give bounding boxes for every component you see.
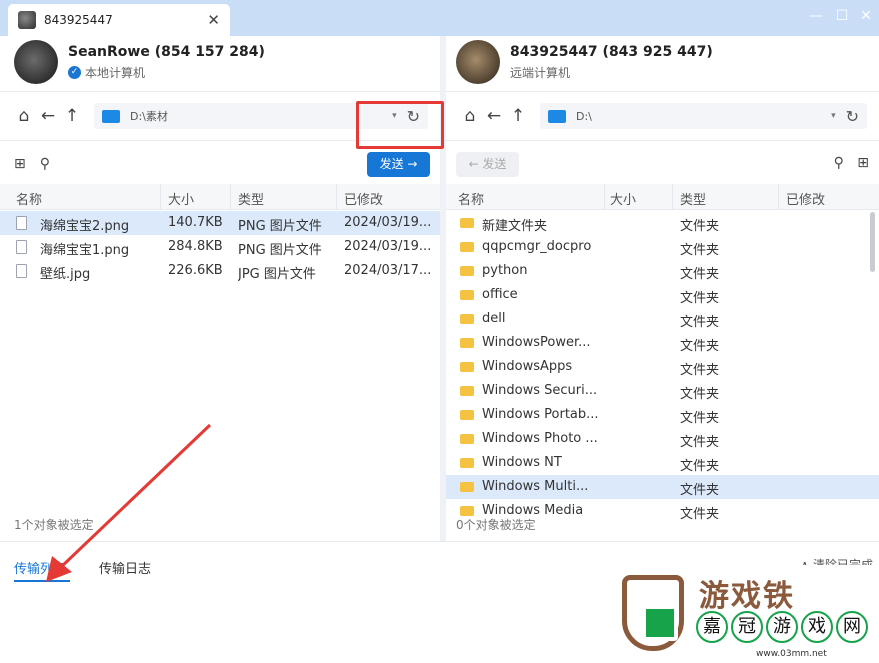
table-row[interactable]: 壁纸.jpg 226.6KB JPG 图片文件 2024/03/17... <box>0 259 440 283</box>
up-arrow-icon[interactable]: ↑ <box>506 106 530 126</box>
col-modified[interactable]: 已修改 <box>786 189 825 208</box>
local-avatar <box>14 40 58 84</box>
local-status: 1个对象被选定 <box>14 518 94 532</box>
local-user-name: SeanRowe (854 157 284) <box>68 43 265 60</box>
watermark-logo: 游戏铁 嘉冠游戏网 www.03mm.net <box>606 565 879 663</box>
watermark-title: 游戏铁 <box>699 579 795 614</box>
table-row[interactable]: WindowsPower... 文件夹 <box>446 331 879 355</box>
col-size[interactable]: 大小 <box>610 189 636 208</box>
watermark-url: www.03mm.net <box>756 649 827 659</box>
table-row[interactable]: dell 文件夹 <box>446 307 879 331</box>
folder-icon <box>460 386 474 396</box>
drive-icon <box>102 109 120 123</box>
remote-user-sub: 远端计算机 <box>510 65 571 80</box>
remote-toolbar: ← 发送 ⚲ ⊞ <box>446 144 879 184</box>
up-arrow-icon[interactable]: ↑ <box>60 106 84 126</box>
folder-icon <box>460 314 474 324</box>
table-row[interactable]: Windows Securi... 文件夹 <box>446 379 879 403</box>
local-table-header: 名称 大小 类型 已修改 <box>0 184 440 210</box>
col-type[interactable]: 类型 <box>238 189 264 208</box>
folder-icon <box>460 434 474 444</box>
folder-icon <box>460 506 474 516</box>
remote-path-text: D:\ <box>576 109 592 123</box>
verified-check-icon: ✓ <box>68 65 81 79</box>
folder-icon <box>460 410 474 420</box>
close-window-button[interactable]: ✕ <box>858 8 874 24</box>
remote-user-info: 843925447 (843 925 447) 远端计算机 <box>456 40 713 84</box>
refresh-icon[interactable]: ↻ <box>846 107 859 126</box>
search-icon[interactable]: ⚲ <box>40 156 50 172</box>
new-folder-icon[interactable]: ⊞ <box>857 155 869 171</box>
tab-transfer-list[interactable]: 传输列表 <box>14 558 66 577</box>
local-user-info: SeanRowe (854 157 284) ✓ 本地计算机 <box>14 40 265 84</box>
drive-icon <box>548 109 566 123</box>
remote-table-header: 名称 大小 类型 已修改 <box>446 184 879 210</box>
folder-icon <box>460 362 474 372</box>
table-row[interactable]: Windows Photo ... 文件夹 <box>446 427 879 451</box>
image-file-icon <box>16 264 27 278</box>
scrollbar[interactable] <box>870 212 875 272</box>
watermark-char: 戏 <box>801 611 833 643</box>
back-arrow-icon[interactable]: ← <box>482 106 506 126</box>
remote-user-name: 843925447 (843 925 447) <box>510 43 713 60</box>
local-user-sub: 本地计算机 <box>85 65 146 80</box>
image-file-icon <box>16 216 27 230</box>
folder-icon <box>460 338 474 348</box>
table-row[interactable]: Windows Portab... 文件夹 <box>446 403 879 427</box>
image-file-icon <box>16 240 27 254</box>
col-name[interactable]: 名称 <box>458 189 484 208</box>
local-path-text: D:\素材 <box>130 110 168 123</box>
table-row[interactable]: python 文件夹 <box>446 259 879 283</box>
folder-icon <box>460 266 474 276</box>
watermark-char: 网 <box>836 611 868 643</box>
remote-status: 0个对象被选定 <box>456 518 536 532</box>
remote-nav-bar: ⌂ ← ↑ D:\ ▾ ↻ <box>446 91 879 141</box>
home-icon[interactable]: ⌂ <box>12 106 36 126</box>
watermark-chars: 嘉冠游戏网 <box>696 611 871 643</box>
table-row[interactable]: WindowsApps 文件夹 <box>446 355 879 379</box>
table-row[interactable]: 新建文件夹 文件夹 <box>446 211 879 235</box>
new-folder-icon[interactable]: ⊞ <box>14 156 26 172</box>
col-name[interactable]: 名称 <box>16 189 42 208</box>
remote-panel: 843925447 (843 925 447) 远端计算机 ⌂ ← ↑ D:\ … <box>446 36 879 541</box>
col-modified[interactable]: 已修改 <box>344 189 383 208</box>
active-tab-indicator <box>14 580 70 582</box>
close-tab-icon[interactable]: ✕ <box>207 11 220 29</box>
col-type[interactable]: 类型 <box>680 189 706 208</box>
send-button[interactable]: 发送 → <box>367 152 430 177</box>
table-row[interactable]: qqpcmgr_docpro 文件夹 <box>446 235 879 259</box>
table-row[interactable]: Windows NT 文件夹 <box>446 451 879 475</box>
search-icon[interactable]: ⚲ <box>834 155 844 171</box>
table-row[interactable]: 海绵宝宝1.png 284.8KB PNG 图片文件 2024/03/19... <box>0 235 440 259</box>
watermark-char: 冠 <box>731 611 763 643</box>
title-bar: 843925447 ✕ — ☐ ✕ <box>0 0 879 36</box>
col-size[interactable]: 大小 <box>168 189 194 208</box>
table-row[interactable]: Windows Multi... 文件夹 <box>446 475 879 499</box>
home-icon[interactable]: ⌂ <box>458 106 482 126</box>
remote-avatar <box>456 40 500 84</box>
table-row[interactable]: office 文件夹 <box>446 283 879 307</box>
folder-icon <box>460 482 474 492</box>
local-toolbar: ⊞ ⚲ 发送 → <box>0 144 440 184</box>
highlight-box <box>356 101 444 149</box>
session-tab-title: 843925447 <box>44 13 113 27</box>
receive-button[interactable]: ← 发送 <box>456 152 519 177</box>
table-row[interactable]: 海绵宝宝2.png 140.7KB PNG 图片文件 2024/03/19... <box>0 211 440 235</box>
minimize-button[interactable]: — <box>808 8 824 24</box>
back-arrow-icon[interactable]: ← <box>36 106 60 126</box>
remote-path-field[interactable]: D:\ ▾ ↻ <box>540 103 867 129</box>
folder-icon <box>460 218 474 228</box>
logo-square-icon <box>642 605 678 641</box>
watermark-char: 嘉 <box>696 611 728 643</box>
maximize-button[interactable]: ☐ <box>834 8 850 24</box>
folder-icon <box>460 242 474 252</box>
chevron-down-icon[interactable]: ▾ <box>831 111 836 121</box>
folder-icon <box>460 458 474 468</box>
watermark-char: 游 <box>766 611 798 643</box>
session-tab[interactable]: 843925447 ✕ <box>8 4 230 36</box>
session-avatar-icon <box>18 11 36 29</box>
folder-icon <box>460 290 474 300</box>
tab-transfer-log[interactable]: 传输日志 <box>99 558 151 577</box>
